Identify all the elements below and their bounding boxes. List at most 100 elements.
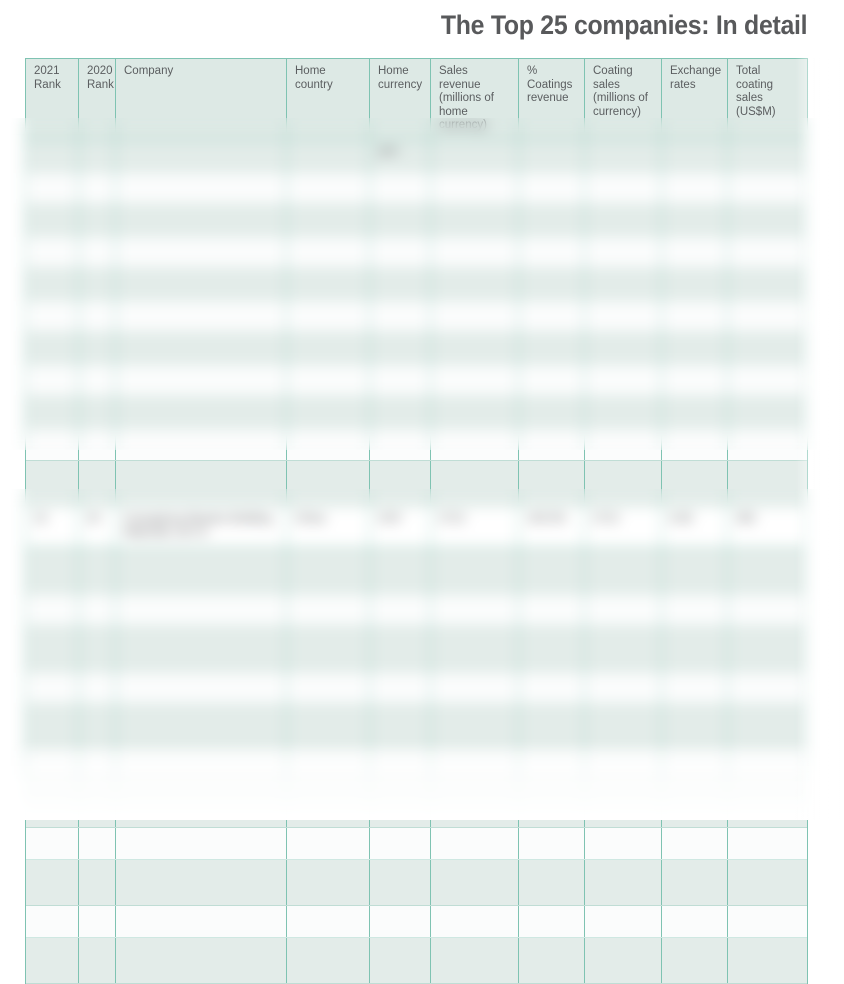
cell-total-coating-sales bbox=[727, 300, 808, 333]
table-row[interactable] bbox=[25, 396, 808, 429]
column-header-coating-sales[interactable]: Coating sales (millions of currency) bbox=[584, 58, 662, 141]
cell-pct-coatings-revenue bbox=[518, 364, 585, 397]
cell-home-country bbox=[286, 671, 370, 705]
cell-company bbox=[115, 905, 287, 939]
cell-rank-2020: 20 bbox=[78, 505, 116, 549]
cell-home-country bbox=[286, 204, 370, 237]
table-row[interactable] bbox=[25, 703, 808, 751]
title-bar: The Top 25 companies: In detail bbox=[0, 0, 844, 50]
cell-coating-sales bbox=[584, 749, 662, 783]
table-body: JPY 15 20 Guangdong Maydos Building Materi… bbox=[25, 140, 808, 984]
cell-coating-sales bbox=[584, 859, 662, 907]
cell-home-country bbox=[286, 460, 370, 507]
cell-total-coating-sales bbox=[727, 547, 808, 595]
cell-home-currency bbox=[369, 364, 431, 397]
column-header-pct-coatings-revenue[interactable]: % Coatings revenue bbox=[518, 58, 585, 141]
cell-exchange-rates bbox=[661, 460, 728, 507]
table-row[interactable] bbox=[25, 905, 808, 939]
cell-company bbox=[115, 859, 287, 907]
column-header-company[interactable]: Company bbox=[115, 58, 287, 141]
table-header-row: 2021 Rank 2020 Rank Company Home country… bbox=[25, 58, 808, 141]
table-row[interactable] bbox=[25, 460, 808, 507]
table-row[interactable] bbox=[25, 547, 808, 595]
column-header-sales-revenue[interactable]: Sales revenue (millions of home currency… bbox=[430, 58, 519, 141]
cell-pct-coatings-revenue bbox=[518, 547, 585, 595]
table-row[interactable] bbox=[25, 428, 808, 461]
cell-sales-revenue bbox=[430, 625, 519, 673]
cell-sales-revenue bbox=[430, 332, 519, 365]
cell-exchange-rates: 6.90 bbox=[661, 505, 728, 549]
column-header-rank-2021[interactable]: 2021 Rank bbox=[25, 58, 79, 141]
table-row[interactable] bbox=[25, 593, 808, 627]
cell-home-country bbox=[286, 364, 370, 397]
cell-home-currency bbox=[369, 300, 431, 333]
cell-total-coating-sales bbox=[727, 671, 808, 705]
cell-total-coating-sales: 393 bbox=[727, 505, 808, 549]
cell-rank-2021 bbox=[25, 593, 79, 627]
cell-company: Guangdong Maydos Building Materials Ltd … bbox=[115, 505, 287, 549]
cell-pct-coatings-revenue bbox=[518, 300, 585, 333]
cell-rank-2020 bbox=[78, 593, 116, 627]
cell-home-currency bbox=[369, 172, 431, 205]
cell-home-country bbox=[286, 300, 370, 333]
cell-total-coating-sales bbox=[727, 204, 808, 237]
cell-company bbox=[115, 593, 287, 627]
table-row[interactable] bbox=[25, 332, 808, 365]
cell-exchange-rates bbox=[661, 428, 728, 461]
cell-rank-2021 bbox=[25, 300, 79, 333]
cell-company bbox=[115, 300, 287, 333]
table-row[interactable] bbox=[25, 364, 808, 397]
cell-coating-sales bbox=[584, 937, 662, 984]
cell-sales-revenue: 2713 bbox=[430, 505, 519, 549]
cell-rank-2020 bbox=[78, 625, 116, 673]
cell-coating-sales bbox=[584, 703, 662, 751]
table-row[interactable] bbox=[25, 937, 808, 984]
cell-coating-sales bbox=[584, 364, 662, 397]
table-row[interactable] bbox=[25, 172, 808, 205]
table-row[interactable] bbox=[25, 268, 808, 301]
cell-sales-revenue bbox=[430, 671, 519, 705]
table-row[interactable] bbox=[25, 625, 808, 673]
cell-home-currency bbox=[369, 905, 431, 939]
table-row[interactable] bbox=[25, 749, 808, 783]
cell-home-country bbox=[286, 428, 370, 461]
table-row-focused[interactable]: 15 20 Guangdong Maydos Building Materials … bbox=[25, 505, 808, 549]
cell-home-currency: JPY bbox=[369, 140, 431, 173]
table-row[interactable]: JPY bbox=[25, 140, 808, 173]
cell-total-coating-sales bbox=[727, 859, 808, 907]
table-row[interactable] bbox=[25, 236, 808, 269]
column-header-exchange-rates[interactable]: Exchange rates bbox=[661, 58, 728, 141]
cell-rank-2021 bbox=[25, 827, 79, 861]
cell-home-currency bbox=[369, 625, 431, 673]
cell-total-coating-sales bbox=[727, 172, 808, 205]
cell-rank-2020 bbox=[78, 140, 116, 173]
cell-rank-2020 bbox=[78, 859, 116, 907]
cell-rank-2021 bbox=[25, 905, 79, 939]
cell-total-coating-sales bbox=[727, 236, 808, 269]
table-row[interactable] bbox=[25, 781, 808, 829]
top25-table-container: 2021 Rank 2020 Rank Company Home country… bbox=[25, 58, 808, 984]
column-header-rank-2020[interactable]: 2020 Rank bbox=[78, 58, 116, 141]
column-header-home-currency[interactable]: Home currency bbox=[369, 58, 431, 141]
table-row[interactable] bbox=[25, 859, 808, 907]
cell-home-currency bbox=[369, 703, 431, 751]
cell-home-currency bbox=[369, 332, 431, 365]
cell-coating-sales bbox=[584, 140, 662, 173]
cell-pct-coatings-revenue bbox=[518, 749, 585, 783]
cell-exchange-rates bbox=[661, 140, 728, 173]
table-row[interactable] bbox=[25, 300, 808, 333]
table-row[interactable] bbox=[25, 827, 808, 861]
cell-rank-2021: 15 bbox=[25, 505, 79, 549]
cell-sales-revenue bbox=[430, 937, 519, 984]
cell-coating-sales bbox=[584, 781, 662, 829]
table-row[interactable] bbox=[25, 671, 808, 705]
cell-rank-2021 bbox=[25, 703, 79, 751]
cell-total-coating-sales bbox=[727, 140, 808, 173]
cell-pct-coatings-revenue bbox=[518, 236, 585, 269]
cell-total-coating-sales bbox=[727, 593, 808, 627]
cell-rank-2021 bbox=[25, 364, 79, 397]
column-header-home-country[interactable]: Home country bbox=[286, 58, 370, 141]
column-header-total-coating-sales[interactable]: Total coating sales (US$M) bbox=[727, 58, 808, 141]
cell-sales-revenue bbox=[430, 396, 519, 429]
table-row[interactable] bbox=[25, 204, 808, 237]
